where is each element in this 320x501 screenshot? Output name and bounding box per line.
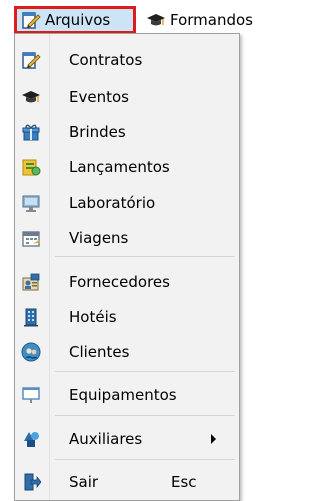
edit-document-icon [22,52,41,69]
graduation-cap-icon [147,14,165,26]
arquivos-dropdown-menu: Contratos Eventos Brindes Lançamentos La… [14,33,240,501]
exit-icon [24,473,41,491]
menu-item-label: Viagens [69,229,129,247]
menu-item-label: Laboratório [69,194,156,212]
menu-item-label: Eventos [69,88,129,106]
menu-item-label: Lançamentos [69,158,170,176]
menu-formandos-label: Formandos [170,11,253,29]
menu-item-laboratorio[interactable]: Laboratório [15,187,239,219]
submenu-arrow-icon [211,434,216,444]
menu-item-hoteis[interactable]: Hotéis [15,301,239,333]
menu-item-clientes[interactable]: Clientes [15,336,239,368]
menu-separator [55,415,235,416]
menu-bar: Arquivos Formandos [0,0,269,36]
ledger-icon [22,159,41,176]
graduation-cap-icon [22,91,40,103]
menu-separator [55,256,235,257]
menu-item-label: Clientes [69,343,130,361]
supplier-card-icon [22,273,40,291]
menu-item-equipamentos[interactable]: Equipamentos [15,379,239,411]
calendar-icon [22,231,40,247]
menu-arquivos-label: Arquivos [45,11,111,29]
menu-item-label: Contratos [69,51,143,69]
menu-item-label: Equipamentos [69,386,177,404]
menu-item-contratos[interactable]: Contratos [15,44,239,76]
menu-item-label: Sair [69,473,99,491]
menu-item-auxiliares[interactable]: Auxiliares [15,423,239,455]
monitor-icon [22,195,40,212]
building-icon [24,308,38,327]
edit-document-icon [22,12,41,29]
shapes-icon [24,432,39,447]
menu-item-viagens[interactable]: Viagens [15,222,239,254]
menu-item-shortcut: Esc [171,473,197,491]
menu-item-label: Auxiliares [69,430,143,448]
menu-separator [55,371,235,372]
menu-item-eventos[interactable]: Eventos [15,81,239,113]
menu-item-lancamentos[interactable]: Lançamentos [15,151,239,183]
menu-item-label: Brindes [69,123,126,141]
gift-icon [22,124,40,141]
menu-item-label: Fornecedores [69,273,170,291]
menu-separator [55,459,235,460]
clients-icon [21,342,41,362]
screen-icon [22,387,40,403]
menu-item-label: Hotéis [69,308,117,326]
menu-item-fornecedores[interactable]: Fornecedores [15,266,239,298]
menu-item-sair[interactable]: Sair Esc [15,466,239,498]
menu-arquivos[interactable]: Arquivos [14,6,136,34]
menu-formandos[interactable]: Formandos [144,6,269,34]
menu-item-brindes[interactable]: Brindes [15,116,239,148]
